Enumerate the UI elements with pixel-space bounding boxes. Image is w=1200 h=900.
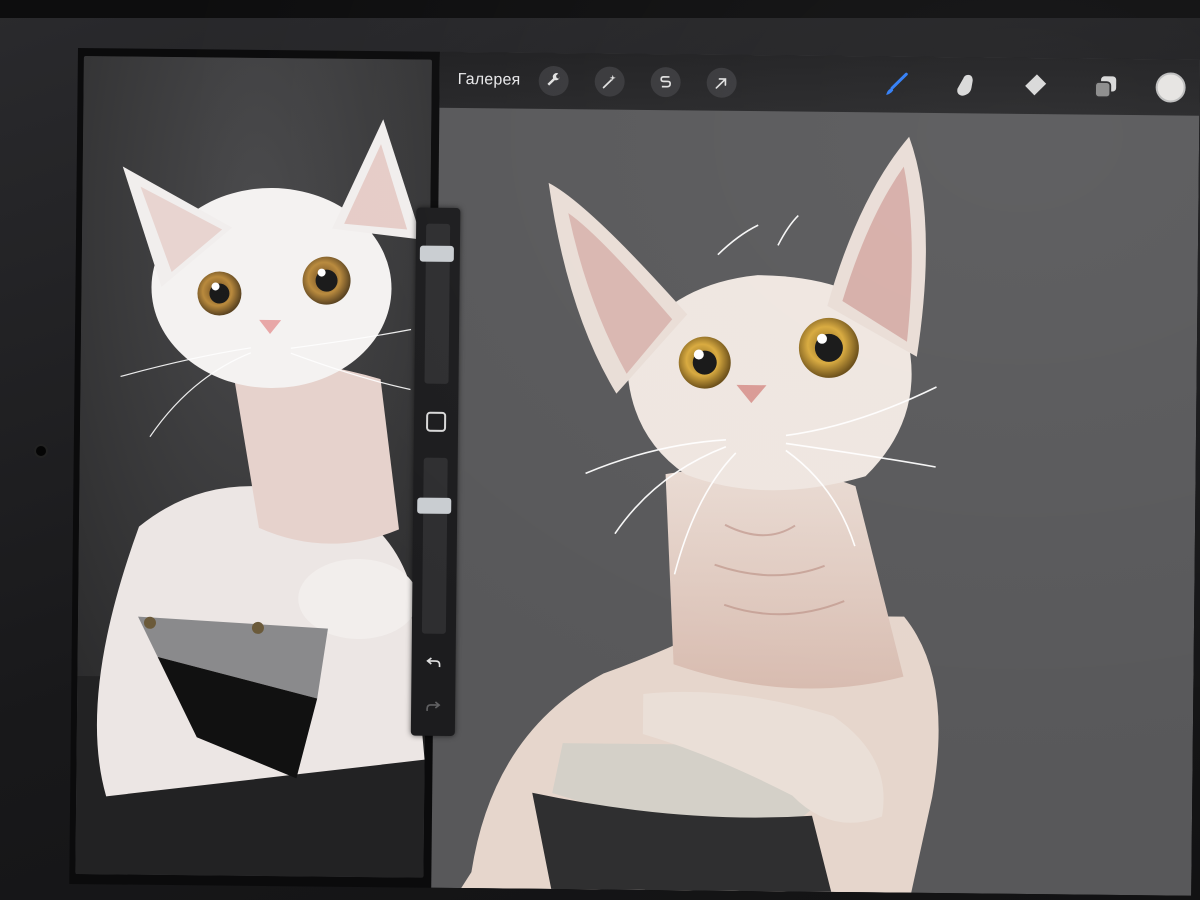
layers-button[interactable] [1085,67,1125,107]
selection-button[interactable] [650,66,681,98]
drawing-canvas[interactable] [431,51,1200,896]
reference-cat-photo [75,56,432,878]
wrench-icon [547,73,560,86]
selection-s-icon [660,76,671,88]
eraser-tool-button[interactable] [1015,66,1055,106]
painted-cat-artwork [461,136,939,893]
redo-icon [426,701,441,711]
modify-button[interactable] [426,411,447,432]
reference-photo-panel[interactable] [75,56,432,878]
smudge-finger-icon [957,74,973,96]
redo-button[interactable] [421,694,445,718]
opacity-thumb[interactable] [417,497,452,514]
adjustments-button[interactable] [594,66,625,97]
brush-size-thumb[interactable] [419,245,454,262]
front-camera [36,446,46,456]
right-tool-group [875,56,1200,115]
smudge-tool-button[interactable] [945,65,985,105]
undo-button[interactable] [421,650,445,674]
gallery-button[interactable]: Галерея [458,71,521,90]
opacity-slider[interactable] [417,457,452,634]
brush-tool-button[interactable] [875,64,915,104]
actions-button[interactable] [538,65,569,97]
procreate-toolbar: Галерея [439,51,1200,116]
undo-icon [426,657,441,668]
brush-size-slider[interactable] [419,223,454,384]
bezel-top-edge [0,0,1200,18]
magic-wand-icon [602,74,616,89]
arrow-cursor-icon [715,78,727,89]
color-picker-button[interactable] [1155,72,1186,103]
brush-sidebar [410,207,461,736]
eraser-icon [1025,74,1047,96]
layers-icon [1094,76,1117,99]
transform-button[interactable] [706,67,737,98]
tablet-screen: Галерея [69,48,1200,896]
brush-icon [886,72,908,95]
